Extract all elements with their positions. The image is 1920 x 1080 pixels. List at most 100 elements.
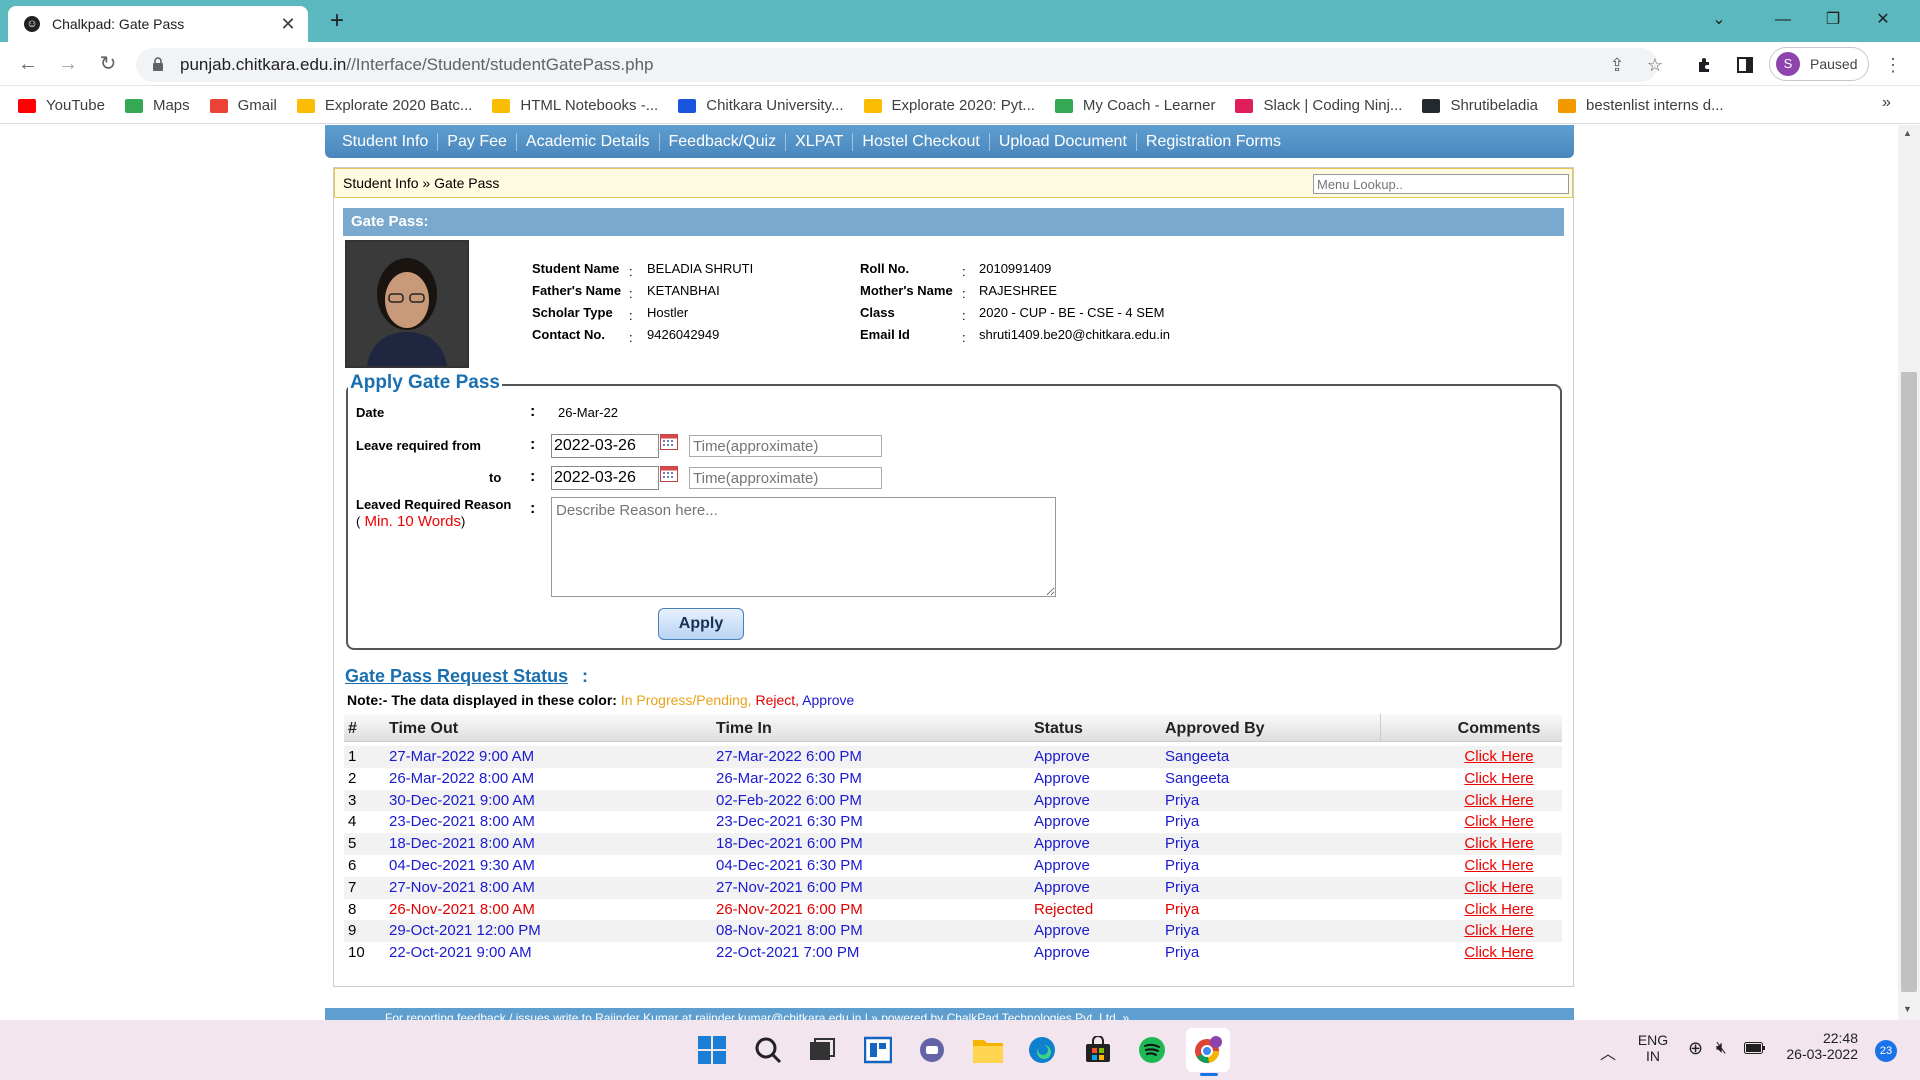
comment-link[interactable]: Click Here bbox=[1449, 835, 1549, 852]
bookmark-item[interactable]: YouTube bbox=[18, 97, 105, 114]
comment-link[interactable]: Click Here bbox=[1449, 879, 1549, 896]
menu-item[interactable]: Hostel Checkout bbox=[853, 132, 990, 151]
to-time-input[interactable] bbox=[689, 467, 882, 489]
info-colon: : bbox=[962, 264, 966, 279]
from-time-input[interactable] bbox=[689, 435, 882, 457]
widgets-icon[interactable] bbox=[856, 1028, 900, 1072]
info-label: Contact No. bbox=[532, 327, 605, 342]
table-cell: 8 bbox=[348, 900, 357, 918]
browser-tab[interactable]: ☺ Chalkpad: Gate Pass ✕ bbox=[8, 6, 308, 42]
menu-item[interactable]: Academic Details bbox=[517, 132, 660, 151]
bookmark-item[interactable]: HTML Notebooks -... bbox=[492, 97, 658, 114]
info-colon: : bbox=[962, 286, 966, 301]
menu-item[interactable]: XLPAT bbox=[786, 132, 854, 151]
share-icon[interactable]: ⇪ bbox=[1602, 50, 1632, 80]
table-cell: 26-Nov-2021 6:00 PM bbox=[716, 900, 863, 918]
comment-link[interactable]: Click Here bbox=[1449, 901, 1549, 918]
bookmark-label: Gmail bbox=[237, 97, 277, 114]
youtube-icon bbox=[18, 98, 36, 113]
menu-item[interactable]: Upload Document bbox=[990, 132, 1137, 151]
apply-button[interactable]: Apply bbox=[658, 608, 744, 640]
table-row: 8 26-Nov-2021 8:00 AM 26-Nov-2021 6:00 PM R… bbox=[344, 898, 1562, 921]
show-hidden-icons-icon[interactable]: ︿ bbox=[1600, 1040, 1616, 1064]
profile-button[interactable]: S Paused bbox=[1769, 47, 1869, 81]
menu-item[interactable]: Student Info bbox=[333, 132, 439, 151]
date-label: Date bbox=[356, 405, 385, 420]
comment-link[interactable]: Click Here bbox=[1449, 857, 1549, 874]
bookmark-item[interactable]: My Coach - Learner bbox=[1054, 97, 1215, 114]
breadcrumb-text: Student Info » Gate Pass bbox=[343, 175, 500, 191]
notification-badge[interactable]: 23 bbox=[1875, 1040, 1897, 1062]
menu-item[interactable]: Pay Fee bbox=[438, 132, 517, 151]
side-panel-icon[interactable] bbox=[1730, 50, 1760, 80]
bookmark-item[interactable]: Shrutibeladia bbox=[1422, 97, 1538, 114]
reason-textarea[interactable] bbox=[551, 497, 1056, 597]
to-date-input[interactable] bbox=[551, 466, 659, 490]
reload-button[interactable]: ↻ bbox=[94, 50, 122, 78]
back-button[interactable]: ← bbox=[14, 50, 42, 78]
avatar: S bbox=[1776, 52, 1800, 76]
minimize-button[interactable]: — bbox=[1760, 0, 1806, 40]
bookmark-item[interactable]: Chitkara University... bbox=[678, 97, 844, 114]
table-cell: 26-Mar-2022 8:00 AM bbox=[389, 769, 535, 787]
menu-item[interactable]: Registration Forms bbox=[1137, 133, 1290, 151]
bookmark-label: Chitkara University... bbox=[706, 97, 844, 114]
comment-link[interactable]: Click Here bbox=[1449, 748, 1549, 765]
language-indicator[interactable]: ENG IN bbox=[1636, 1032, 1670, 1064]
bookmark-item[interactable]: Maps bbox=[124, 97, 190, 114]
calendar-icon[interactable] bbox=[660, 433, 678, 450]
new-tab-button[interactable]: + bbox=[322, 6, 352, 36]
table-cell: 26-Mar-2022 6:30 PM bbox=[716, 769, 862, 787]
comment-link[interactable]: Click Here bbox=[1449, 770, 1549, 787]
calendar-icon[interactable] bbox=[660, 465, 678, 482]
bookmark-item[interactable]: bestenlist interns d... bbox=[1558, 97, 1724, 114]
chrome-icon[interactable] bbox=[1186, 1028, 1230, 1072]
table-cell: Sangeeta bbox=[1165, 769, 1230, 787]
tab-search-icon[interactable]: ⌄ bbox=[1696, 0, 1742, 40]
comment-link[interactable]: Click Here bbox=[1449, 922, 1549, 939]
restore-button[interactable]: ❐ bbox=[1810, 0, 1856, 40]
bookmark-item[interactable]: Gmail bbox=[209, 97, 277, 114]
comment-link[interactable]: Click Here bbox=[1449, 944, 1549, 961]
spotify-icon[interactable] bbox=[1130, 1028, 1174, 1072]
forward-button[interactable]: → bbox=[54, 50, 82, 78]
info-value: RAJESHREE bbox=[979, 283, 1058, 298]
table-cell: 6 bbox=[348, 857, 357, 874]
edge-icon[interactable] bbox=[1020, 1028, 1064, 1072]
address-bar[interactable]: punjab.chitkara.edu.in//Interface/Studen… bbox=[136, 48, 1658, 82]
close-tab-icon[interactable]: ✕ bbox=[278, 14, 298, 35]
drive-icon bbox=[296, 98, 315, 113]
bookmark-item[interactable]: Explorate 2020 Batc... bbox=[296, 97, 472, 114]
profile-status: Paused bbox=[1810, 56, 1858, 72]
bookmark-item[interactable]: Slack | Coding Ninj... bbox=[1235, 97, 1402, 114]
table-cell: 02-Feb-2022 6:00 PM bbox=[716, 791, 862, 809]
store-icon[interactable] bbox=[1076, 1028, 1120, 1072]
extensions-icon[interactable] bbox=[1690, 50, 1720, 80]
scroll-up-icon[interactable]: ▲ bbox=[1903, 128, 1912, 138]
clock[interactable]: 22:48 26-03-2022 bbox=[1782, 1030, 1858, 1062]
search-icon[interactable] bbox=[746, 1028, 790, 1072]
battery-icon[interactable] bbox=[1744, 1042, 1766, 1054]
table-cell: Approve bbox=[1034, 922, 1090, 940]
windows-start-icon[interactable] bbox=[690, 1028, 734, 1072]
bookmark-star-icon[interactable]: ☆ bbox=[1640, 50, 1670, 80]
chrome-menu-icon[interactable]: ⋮ bbox=[1878, 50, 1908, 80]
comment-link[interactable]: Click Here bbox=[1449, 792, 1549, 809]
network-icon[interactable]: ⊕ bbox=[1688, 1038, 1703, 1059]
bookmark-item[interactable]: Explorate 2020: Pyt... bbox=[863, 97, 1035, 114]
drive-icon bbox=[863, 98, 882, 113]
volume-muted-icon[interactable]: 🔇︎ bbox=[1716, 1038, 1727, 1058]
scrollbar-thumb[interactable] bbox=[1901, 372, 1917, 992]
task-view-icon[interactable] bbox=[800, 1028, 844, 1072]
menu-lookup-input[interactable] bbox=[1313, 174, 1569, 194]
scroll-down-icon[interactable]: ▼ bbox=[1903, 1004, 1912, 1014]
lang-bottom: IN bbox=[1646, 1048, 1660, 1064]
comment-link[interactable]: Click Here bbox=[1449, 813, 1549, 830]
file-explorer-icon[interactable] bbox=[966, 1028, 1010, 1072]
table-cell: 04-Dec-2021 9:30 AM bbox=[389, 857, 535, 874]
teams-chat-icon[interactable] bbox=[910, 1028, 954, 1072]
close-window-button[interactable]: ✕ bbox=[1860, 0, 1906, 40]
from-date-input[interactable] bbox=[551, 434, 659, 458]
bookmarks-overflow-icon[interactable]: » bbox=[1882, 94, 1891, 112]
menu-item[interactable]: Feedback/Quiz bbox=[660, 132, 787, 151]
